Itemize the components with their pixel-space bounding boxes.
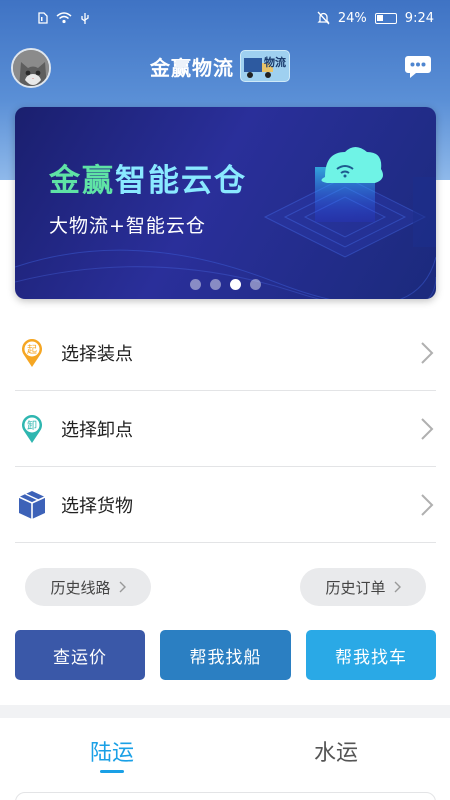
svg-text:起: 起 xyxy=(27,344,37,356)
chevron-right-icon xyxy=(421,417,434,440)
title-group: 金赢物流 物流 xyxy=(150,50,290,82)
find-truck-button[interactable]: 帮我找车 xyxy=(306,630,436,680)
logo-text: 物流 xyxy=(264,56,286,69)
tab-water-transport[interactable]: 水运 xyxy=(314,735,358,767)
promo-banner[interactable]: 金赢智能云仓 大物流+智能云仓 xyxy=(15,107,436,299)
status-left xyxy=(38,12,90,25)
mute-bell-icon xyxy=(317,11,330,25)
wifi-icon xyxy=(56,12,72,24)
history-orders-button[interactable]: 历史订单 xyxy=(300,568,426,606)
app-title: 金赢物流 xyxy=(150,55,234,80)
content-card xyxy=(15,792,436,800)
logistics-logo: 物流 xyxy=(240,50,290,82)
row-label: 选择卸点 xyxy=(61,419,133,441)
cat-avatar-image xyxy=(13,50,49,86)
usb-icon xyxy=(81,12,89,24)
top-bar: 金赢物流 物流 xyxy=(0,44,450,90)
active-tab-indicator xyxy=(100,770,124,773)
banner-art xyxy=(15,147,436,299)
history-orders-label: 历史订单 xyxy=(325,578,386,597)
chevron-right-icon xyxy=(119,581,126,593)
sim-icon xyxy=(38,12,48,24)
chevron-right-icon xyxy=(421,341,434,364)
status-right: 24% 9:24 xyxy=(317,11,434,26)
history-routes-label: 历史线路 xyxy=(50,578,111,597)
tab-land-transport[interactable]: 陆运 xyxy=(90,735,134,767)
check-price-button[interactable]: 查运价 xyxy=(15,630,145,680)
banner-subtitle: 大物流+智能云仓 xyxy=(49,215,206,237)
avatar[interactable] xyxy=(11,48,51,88)
carousel-dot[interactable] xyxy=(250,279,261,290)
battery-percent: 24% xyxy=(337,10,367,26)
chevron-right-icon xyxy=(394,581,401,593)
chevron-right-icon xyxy=(421,493,434,516)
carousel-dot[interactable] xyxy=(210,279,221,290)
svg-text:卸: 卸 xyxy=(27,419,37,432)
row-label: 选择装点 xyxy=(61,343,133,365)
status-bar: 24% 9:24 xyxy=(0,0,450,36)
select-goods-row[interactable]: 选择货物 xyxy=(15,467,436,543)
carousel-indicator xyxy=(190,279,261,290)
message-icon[interactable] xyxy=(404,54,432,80)
banner-title: 金赢智能云仓 xyxy=(49,155,247,200)
select-unloading-point-row[interactable]: 卸 选择卸点 xyxy=(15,391,436,467)
clock: 9:24 xyxy=(404,10,434,26)
carousel-dot-active[interactable] xyxy=(230,279,241,290)
row-label: 选择货物 xyxy=(61,495,133,517)
select-loading-point-row[interactable]: 起 选择装点 xyxy=(15,315,436,391)
battery-icon xyxy=(374,12,397,24)
transport-tabs-section xyxy=(0,718,450,800)
find-ship-button[interactable]: 帮我找船 xyxy=(160,630,291,680)
banner-title-rest: 智能云仓 xyxy=(115,163,247,199)
history-routes-button[interactable]: 历史线路 xyxy=(25,568,151,606)
loading-pin-icon: 起 xyxy=(22,338,42,367)
carousel-dot[interactable] xyxy=(190,279,201,290)
banner-title-highlight: 金赢 xyxy=(49,163,115,199)
box-icon xyxy=(18,490,46,519)
unloading-pin-icon: 卸 xyxy=(22,414,42,443)
